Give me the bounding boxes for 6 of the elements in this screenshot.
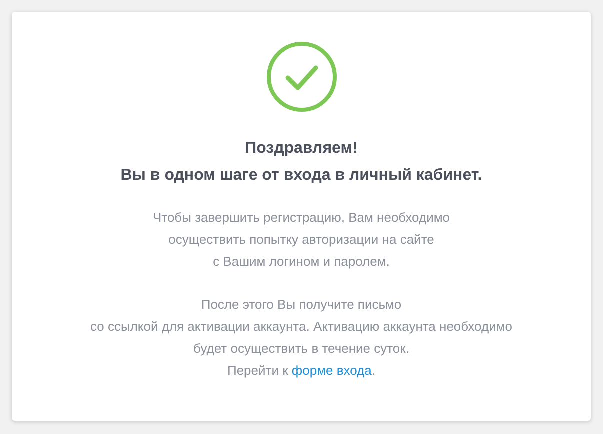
heading-text: Вы в одном шаге от входа в личный кабинет. <box>120 166 482 186</box>
login-form-link[interactable]: форме входа <box>292 363 372 378</box>
info-paragraph: Чтобы завершить регистрацию, Вам необходимо осуществить попытку авторизации на сайте с Вашим логином и паролем. <box>152 209 450 271</box>
info-paragraph: После этого Вы получите письмо со ссылкой для активации аккаунта. Активацию аккаунта необходимо будет осуществить в течение суток. Перейти к форме входа. <box>90 296 512 380</box>
check-circle-icon <box>266 41 338 113</box>
heading-text: Поздравляем! <box>245 139 358 159</box>
